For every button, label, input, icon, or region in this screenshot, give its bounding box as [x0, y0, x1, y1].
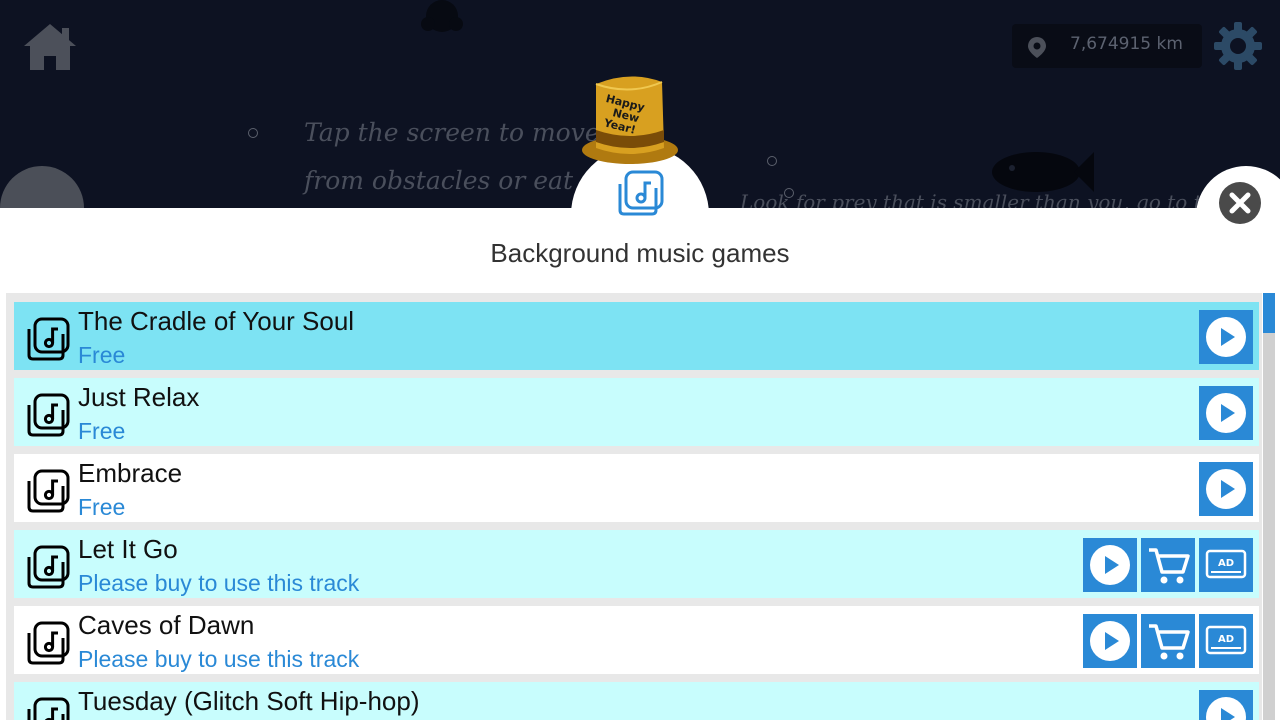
track-status: Free [78, 418, 126, 444]
music-folder-icon [27, 469, 70, 513]
ad-button[interactable]: AD [1199, 614, 1253, 668]
music-folder-icon [27, 621, 70, 665]
obstacle-blob [421, 0, 463, 32]
music-folder-icon [27, 317, 70, 361]
track-status: Please buy to use this track [78, 570, 360, 596]
close-button[interactable] [1219, 182, 1261, 224]
play-button[interactable] [1199, 690, 1253, 720]
dialog-title: Background music games [490, 238, 790, 268]
fish-silhouette [992, 152, 1094, 192]
distance-value: 7,674915 km [1070, 34, 1183, 54]
track-name: Let It Go [78, 534, 178, 564]
play-button[interactable] [1083, 614, 1137, 668]
track-status: Free [78, 494, 126, 520]
play-button[interactable] [1199, 386, 1253, 440]
music-folder-icon [27, 393, 70, 437]
music-folder-icon [618, 170, 664, 216]
ad-button[interactable]: AD [1199, 538, 1253, 592]
scrollbar[interactable] [1263, 293, 1275, 720]
play-icon [1206, 393, 1246, 433]
track-row[interactable]: The Cradle of Your Soul Free [14, 302, 1259, 370]
ad-label: AD [1218, 634, 1234, 645]
track-status: Please buy to use this track [78, 646, 360, 672]
close-icon [1229, 192, 1251, 214]
gear-icon[interactable] [1212, 20, 1264, 72]
track-status: Free [78, 342, 126, 368]
play-icon [1090, 545, 1130, 585]
game-screen: 7,674915 km Tap the screen to move fish … [0, 0, 1280, 720]
bubble [248, 128, 258, 138]
track-name: Tuesday (Glitch Soft Hip-hop) [78, 686, 420, 716]
track-row[interactable]: Tuesday (Glitch Soft Hip-hop) [14, 682, 1259, 720]
home-icon[interactable] [22, 22, 78, 72]
scrollbar-thumb[interactable] [1263, 293, 1275, 333]
track-list[interactable]: The Cradle of Your Soul Free Just Relax Fre… [6, 293, 1262, 720]
play-icon [1206, 697, 1246, 720]
track-name: Embrace [78, 458, 183, 488]
bubble [784, 188, 794, 198]
play-icon [1090, 621, 1130, 661]
buy-icon [1149, 548, 1190, 584]
track-row[interactable]: Embrace Free [14, 454, 1259, 522]
tip-line-2: from obstacles or eat foo [304, 166, 621, 195]
play-icon [1206, 469, 1246, 509]
track-row[interactable]: Caves of Dawn Please buy to use this trac… [14, 606, 1259, 674]
track-name: Just Relax [78, 382, 200, 412]
bubble [767, 156, 777, 166]
new-year-hat-icon: Happy New Year! [582, 76, 678, 164]
buy-icon [1149, 624, 1190, 660]
track-name: Caves of Dawn [78, 610, 255, 640]
buy-button[interactable] [1141, 614, 1195, 668]
music-folder-icon [27, 697, 70, 720]
track-row[interactable]: Let It Go Please buy to use this track AD [14, 530, 1259, 598]
ad-icon: AD [1205, 625, 1247, 655]
play-button[interactable] [1083, 538, 1137, 592]
ad-label: AD [1218, 558, 1234, 569]
buy-button[interactable] [1141, 538, 1195, 592]
play-button[interactable] [1199, 462, 1253, 516]
location-pin-icon [1028, 37, 1046, 58]
play-icon [1206, 317, 1246, 357]
distance-counter: 7,674915 km [1012, 24, 1202, 68]
track-name: The Cradle of Your Soul [78, 306, 355, 336]
music-folder-icon [27, 545, 70, 589]
ad-icon: AD [1205, 549, 1247, 579]
track-row[interactable]: Just Relax Free [14, 378, 1259, 446]
play-button[interactable] [1199, 310, 1253, 364]
